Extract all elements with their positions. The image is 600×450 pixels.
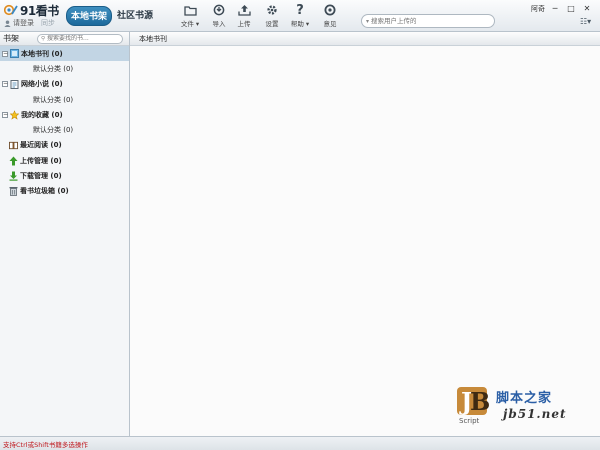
web-novel-icon: [10, 79, 19, 89]
login-link[interactable]: 请登录: [13, 18, 34, 28]
window-controls: ─ □ ✕: [547, 1, 595, 15]
logo-text: 91看书: [20, 3, 59, 18]
content-title: 本地书刊: [139, 34, 167, 43]
tree-node-label: 下载管理 (0): [20, 172, 62, 181]
import-button[interactable]: 导入: [206, 3, 232, 28]
watermark-top-text: 脚本之家: [496, 391, 553, 406]
app-logo: 91看书: [4, 3, 59, 18]
local-books-icon: [10, 49, 19, 59]
close-icon[interactable]: ✕: [579, 1, 595, 15]
tree-node-label: 我的收藏 (0): [21, 110, 63, 119]
feedback-label: 意见: [323, 20, 337, 28]
upload-icon: [231, 3, 257, 17]
watermark-badge-text: Script: [459, 417, 480, 425]
search-icon: ⚲: [41, 35, 46, 42]
settings-label: 设置: [265, 20, 279, 28]
tree-node-recent-reading[interactable]: 最近阅读 (0): [0, 138, 129, 153]
tab-local-bookshelf[interactable]: 本地书架: [66, 6, 112, 26]
help-menu-button[interactable]: ? 帮助 ▾: [287, 2, 313, 29]
user-icon: [4, 19, 11, 27]
gear-icon: [259, 3, 285, 17]
feedback-icon: [317, 3, 343, 17]
chevron-down-icon: ▾: [303, 20, 310, 28]
settings-button[interactable]: 设置: [259, 3, 285, 28]
bookshelf-tree: − 本地书刊 (0) 默认分类 (0) − 网络小说 (0) 默认分类 (0) …: [0, 46, 129, 199]
tree-node-web-novels[interactable]: − 网络小说 (0): [0, 77, 129, 92]
help-icon: ?: [296, 2, 304, 18]
book-list-area[interactable]: [130, 46, 600, 436]
import-label: 导入: [212, 20, 226, 28]
maximize-icon[interactable]: □: [563, 1, 579, 15]
minimize-icon[interactable]: ─: [547, 1, 563, 15]
tree-node-download-management[interactable]: 下载管理 (0): [0, 168, 129, 183]
tree-node-local-books[interactable]: − 本地书刊 (0): [0, 46, 129, 62]
search-input[interactable]: [371, 17, 484, 25]
book-open-icon: [9, 141, 18, 150]
view-toggle-icon[interactable]: ☷▾: [580, 17, 591, 26]
sync-link[interactable]: 同步: [41, 18, 55, 28]
sidebar-title: 书架: [3, 34, 19, 43]
sidebar: 书架 ⚲ − 本地书刊 (0) 默认分类 (0) − 网络小说 (0) 默认分类…: [0, 32, 130, 436]
upload-label: 上传: [237, 20, 251, 28]
sidebar-search-box[interactable]: ⚲: [37, 33, 123, 44]
file-menu-button[interactable]: 文件 ▾: [177, 3, 203, 28]
status-text: 支持Ctrl或Shift书籍多选操作: [3, 440, 88, 449]
tree-node-label: 本地书刊 (0): [21, 49, 63, 58]
download-arrow-icon: [9, 171, 18, 181]
svg-text:B: B: [470, 387, 490, 416]
upload-button[interactable]: 上传: [231, 3, 257, 28]
tree-node-trash[interactable]: 看书垃圾箱 (0): [0, 184, 129, 199]
collapse-icon[interactable]: −: [2, 50, 8, 57]
import-icon: [206, 3, 232, 17]
collapse-icon[interactable]: −: [2, 81, 8, 88]
search-box[interactable]: ▾: [361, 14, 495, 28]
file-label: 文件: [180, 20, 194, 28]
upload-arrow-icon: [9, 156, 18, 166]
tree-node-label: 网络小说 (0): [21, 80, 63, 89]
tree-subitem-default-category[interactable]: 默认分类 (0): [0, 92, 129, 107]
chevron-down-icon: ▾: [193, 20, 200, 28]
tree-subitem-default-category[interactable]: 默认分类 (0): [0, 122, 129, 137]
watermark-logo: J B Script: [457, 387, 490, 425]
tree-node-label: 最近阅读 (0): [20, 141, 62, 150]
login-row: 请登录 同步: [4, 18, 55, 28]
top-toolbar: 91看书 请登录 同步 本地书架 社区书源 文件 ▾ 导入 上传 设置 ? 帮助: [0, 0, 600, 32]
sidebar-search-input[interactable]: [47, 35, 120, 42]
tab-community-source[interactable]: 社区书源: [113, 6, 157, 26]
search-dropdown-icon[interactable]: ▾: [366, 18, 369, 25]
content-header: 本地书刊: [130, 32, 600, 46]
star-icon: [10, 110, 19, 120]
trash-icon: [9, 187, 18, 197]
help-label: 帮助: [290, 20, 304, 28]
logo-icon: [4, 4, 18, 17]
tree-subitem-default-category[interactable]: 默认分类 (0): [0, 61, 129, 76]
tree-node-label: 上传管理 (0): [20, 156, 62, 165]
collapse-icon[interactable]: −: [2, 111, 8, 118]
watermark: J B Script 脚本之家 jb51.net: [455, 385, 595, 429]
sidebar-header: 书架 ⚲: [0, 32, 129, 46]
tree-node-label: 看书垃圾箱 (0): [20, 187, 69, 196]
username[interactable]: 阿奇: [531, 4, 545, 14]
status-bar: 支持Ctrl或Shift书籍多选操作: [0, 436, 600, 450]
watermark-bottom-text: jb51.net: [503, 407, 567, 421]
tree-node-favorites[interactable]: − 我的收藏 (0): [0, 107, 129, 122]
feedback-button[interactable]: 意见: [317, 3, 343, 28]
tree-node-upload-management[interactable]: 上传管理 (0): [0, 153, 129, 168]
main-content: 本地书刊: [130, 32, 600, 436]
folder-icon: [177, 3, 203, 17]
